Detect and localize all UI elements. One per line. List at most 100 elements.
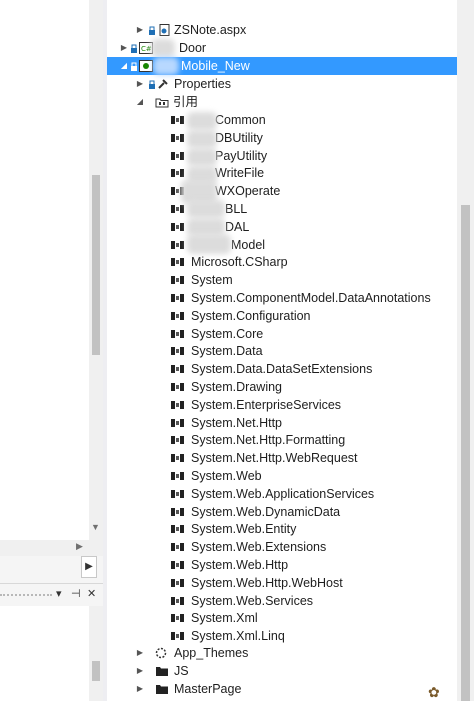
left-vertical-scrollbar[interactable]: ▼ xyxy=(89,0,103,540)
reference-item[interactable]: WriteFile xyxy=(107,164,457,182)
reference-item[interactable]: Model xyxy=(107,236,457,254)
reference-item[interactable]: System.Web.Entity xyxy=(107,520,457,538)
reference-label: System.Web.Extensions xyxy=(191,540,327,554)
reference-item[interactable]: Common xyxy=(107,111,457,129)
reference-item[interactable]: System.Data.DataSetExtensions xyxy=(107,360,457,378)
expander-down-icon[interactable]: ◢ xyxy=(119,57,129,75)
reference-item[interactable]: System.Web.DynamicData xyxy=(107,503,457,521)
reference-item[interactable]: System.Web.ApplicationServices xyxy=(107,485,457,503)
tree-item-js-folder[interactable]: ▶ JS xyxy=(107,662,457,680)
reference-icon xyxy=(171,614,185,622)
reference-item[interactable]: System.Web xyxy=(107,467,457,485)
reference-icon xyxy=(171,205,185,213)
left-panel: ▼ ▶ ▶ ▾ ⊣ ✕ xyxy=(0,0,106,701)
reference-item[interactable]: System xyxy=(107,271,457,289)
reference-item[interactable]: System.Web.Http xyxy=(107,556,457,574)
reference-item[interactable]: PayUtility xyxy=(107,147,457,165)
left-editor-area[interactable] xyxy=(0,0,89,540)
reference-icon xyxy=(171,632,185,640)
redacted-blur xyxy=(187,112,217,130)
expand-icon: ▶ xyxy=(85,561,93,572)
expander-down-icon[interactable]: ◢ xyxy=(135,93,145,111)
plant-icon: ✿ xyxy=(428,684,440,700)
folder-icon xyxy=(156,685,168,694)
reference-label: System.Web.Http xyxy=(191,558,289,572)
tree-item-label: Door xyxy=(179,41,207,55)
tree-item-label: Properties xyxy=(174,77,231,91)
tree-item-masterpage-folder[interactable]: ▶ MasterPage xyxy=(107,680,457,698)
reference-label: System.Xml.Linq xyxy=(191,629,285,643)
reference-item[interactable]: System.Net.Http.WebRequest xyxy=(107,449,457,467)
tree-scroll-thumb[interactable] xyxy=(461,205,470,701)
reference-item[interactable]: System.Drawing xyxy=(107,378,457,396)
tree-item-zsnote[interactable]: ▶ ZSNote.aspx xyxy=(107,21,457,39)
left-lower-scroll-thumb[interactable] xyxy=(92,661,100,681)
reference-label: System.Net.Http.WebRequest xyxy=(191,451,358,465)
tree-item-mobile-new-project[interactable]: ◢ Mobile_New xyxy=(107,57,457,75)
reference-label: System.Drawing xyxy=(191,380,282,394)
reference-icon xyxy=(171,579,185,587)
reference-icon xyxy=(171,543,185,551)
expander-right-icon[interactable]: ▶ xyxy=(135,662,145,680)
reference-icon xyxy=(171,152,185,160)
reference-item[interactable]: System.Web.Services xyxy=(107,592,457,610)
reference-label: System.Data xyxy=(191,344,263,358)
dropdown-icon[interactable]: ▾ xyxy=(56,587,62,600)
reference-item[interactable]: System.Web.Extensions xyxy=(107,538,457,556)
reference-item[interactable]: System.Xml xyxy=(107,609,457,627)
reference-item[interactable]: DAL xyxy=(107,218,457,236)
expander-right-icon[interactable]: ▶ xyxy=(119,39,129,57)
reference-item[interactable]: DBUtility xyxy=(107,129,457,147)
reference-icon xyxy=(171,347,185,355)
reference-label: Common xyxy=(215,113,266,127)
theme-icon xyxy=(155,647,167,659)
reference-item[interactable]: Microsoft.CSharp xyxy=(107,253,457,271)
drag-grip[interactable] xyxy=(0,594,52,596)
reference-label: System.Web.Services xyxy=(191,594,314,608)
reference-item[interactable]: WXOperate xyxy=(107,182,457,200)
reference-item[interactable]: System.Xml.Linq xyxy=(107,627,457,645)
reference-item[interactable]: System.Core xyxy=(107,325,457,343)
reference-item[interactable]: System.Web.Http.WebHost xyxy=(107,574,457,592)
left-lower-scrollbar[interactable] xyxy=(89,606,103,701)
reference-label: System.Web.Entity xyxy=(191,522,297,536)
expander-right-icon[interactable]: ▶ xyxy=(135,680,145,698)
solution-explorer-tree: ▶ ZSNote.aspx ▶ C# Door ◢ Mobile_New ▶ P… xyxy=(107,0,457,701)
left-tool-window-header: ▾ ⊣ ✕ xyxy=(0,583,103,606)
expander-right-icon[interactable]: ▶ xyxy=(135,21,145,39)
reference-label: System.Net.Http xyxy=(191,416,282,430)
reference-item[interactable]: System.Configuration xyxy=(107,307,457,325)
left-lower-panel xyxy=(0,606,89,701)
expander-right-icon[interactable]: ▶ xyxy=(135,75,145,93)
expander-right-icon[interactable]: ▶ xyxy=(135,644,145,662)
expand-panel-button[interactable]: ▶ xyxy=(81,556,97,578)
reference-icon xyxy=(171,134,185,142)
reference-item[interactable]: BLL xyxy=(107,200,457,218)
tree-vertical-scrollbar[interactable] xyxy=(457,0,474,701)
tree-item-door-project[interactable]: ▶ C# Door xyxy=(107,39,457,57)
close-icon[interactable]: ✕ xyxy=(87,587,96,600)
wrench-icon xyxy=(158,79,168,89)
reference-icon xyxy=(171,258,185,266)
reference-icon xyxy=(171,169,185,177)
reference-item[interactable]: System.Data xyxy=(107,342,457,360)
tree-item-references[interactable]: ◢ 引用 xyxy=(107,93,457,111)
left-scroll-thumb[interactable] xyxy=(92,175,100,355)
reference-item[interactable]: System.Net.Http xyxy=(107,414,457,432)
reference-icon xyxy=(171,419,185,427)
reference-label: PayUtility xyxy=(215,149,268,163)
scroll-down-arrow-icon[interactable]: ▼ xyxy=(91,522,100,532)
pin-icon[interactable]: ⊣ xyxy=(71,587,81,600)
reference-icon xyxy=(171,561,185,569)
reference-item[interactable]: System.Net.Http.Formatting xyxy=(107,431,457,449)
scroll-right-arrow-icon[interactable]: ▶ xyxy=(76,541,83,552)
redacted-blur xyxy=(187,234,231,254)
reference-item[interactable]: System.ComponentModel.DataAnnotations xyxy=(107,289,457,307)
left-horizontal-scrollbar[interactable]: ▶ xyxy=(0,540,103,556)
reference-item[interactable]: System.EnterpriseServices xyxy=(107,396,457,414)
tree-item-app-themes[interactable]: ▶ App_Themes xyxy=(107,644,457,662)
tree-item-properties[interactable]: ▶ Properties xyxy=(107,75,457,93)
reference-icon xyxy=(171,365,185,373)
reference-icon xyxy=(171,330,185,338)
reference-label: System.Net.Http.Formatting xyxy=(191,433,346,447)
